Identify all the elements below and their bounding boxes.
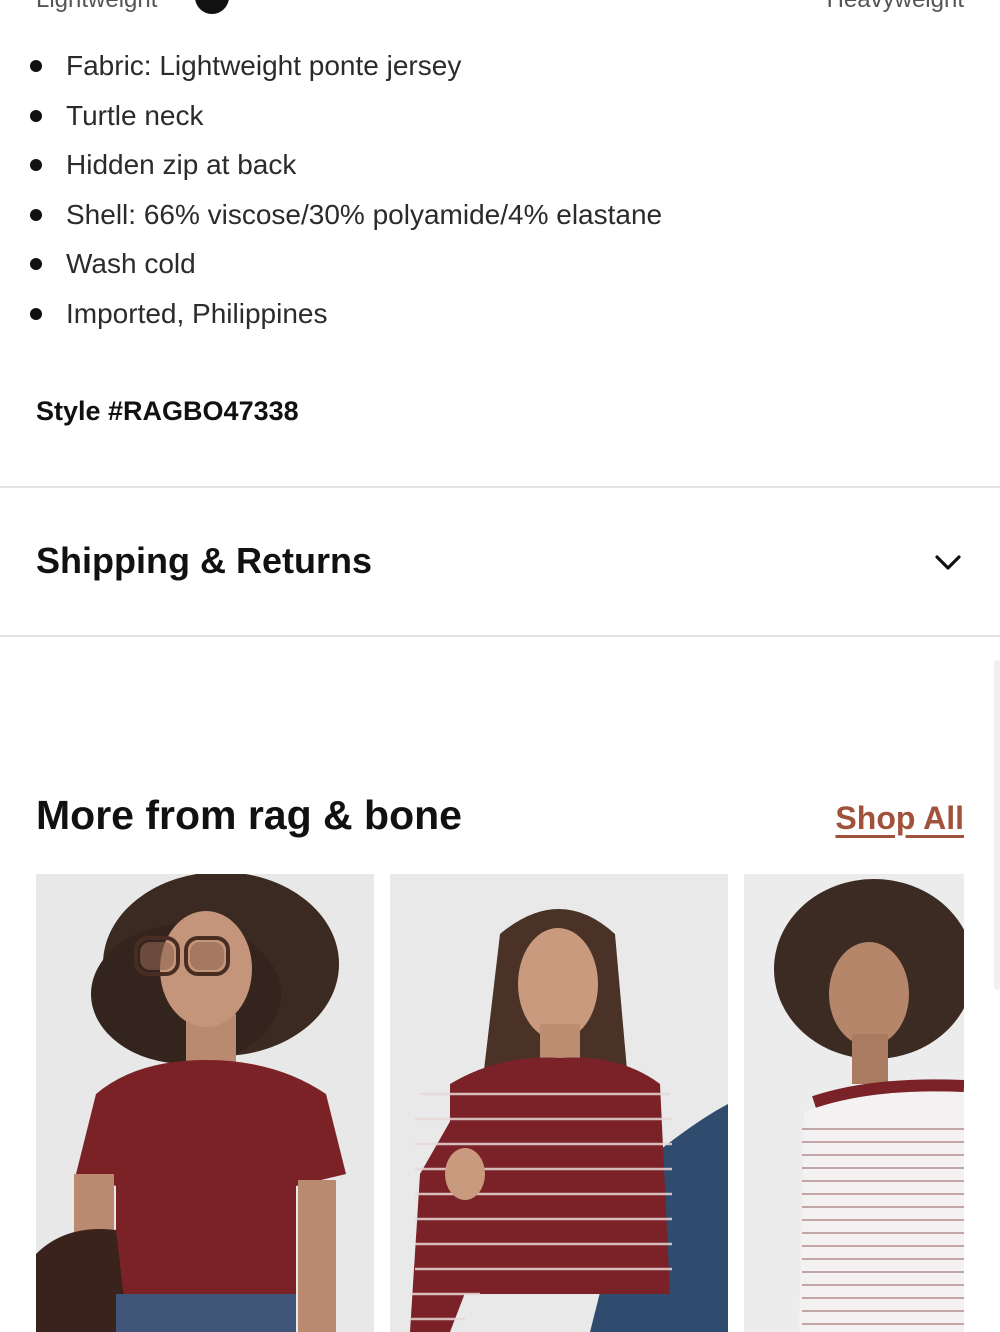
feature-text: Wash cold [66, 248, 196, 280]
list-item: Hidden zip at back [30, 143, 662, 193]
divider [0, 635, 1000, 637]
weight-label-light: Lightweight [36, 0, 157, 14]
weight-label-heavy: Heavyweight [827, 0, 964, 14]
list-item: Imported, Philippines [30, 292, 662, 342]
shipping-returns-title: Shipping & Returns [36, 540, 372, 581]
list-item: Shell: 66% viscose/30% polyamide/4% elas… [30, 193, 662, 243]
feature-text: Turtle neck [66, 99, 204, 131]
shop-all-link[interactable]: Shop All [835, 800, 964, 837]
product-image [36, 874, 374, 1332]
list-item: Turtle neck [30, 94, 662, 144]
feature-text: Shell: 66% viscose/30% polyamide/4% elas… [66, 198, 663, 230]
list-item: Wash cold [30, 242, 662, 292]
list-item: Fabric: Lightweight ponte jersey [30, 44, 662, 94]
bullet-icon [30, 307, 42, 320]
product-image [744, 874, 964, 1332]
feature-text: Fabric: Lightweight ponte jersey [66, 50, 462, 81]
weight-indicator-dot [195, 0, 230, 14]
chevron-down-icon[interactable] [934, 548, 962, 576]
product-card[interactable] [390, 874, 728, 1332]
bullet-icon [30, 60, 42, 72]
product-card[interactable] [36, 874, 374, 1332]
shipping-returns-accordion[interactable]: Shipping & Returns [0, 488, 1000, 636]
style-number: Style #RAGBO47338 [36, 396, 299, 426]
section-title: More from rag & bone [36, 792, 462, 838]
product-details-page: Lightweight Heavyweight Fabric: Lightwei… [0, 0, 1000, 1332]
product-card[interactable] [744, 874, 964, 1332]
carousel-scrollbar[interactable] [994, 660, 1000, 990]
fabric-weight-scale: Lightweight Heavyweight [36, 0, 964, 14]
feature-text: Hidden zip at back [66, 149, 297, 181]
bullet-icon [30, 159, 42, 172]
bullet-icon [30, 109, 42, 122]
product-features-list: Fabric: Lightweight ponte jersey Turtle … [30, 44, 662, 342]
feature-text: Imported, Philippines [66, 297, 328, 329]
bullet-icon [30, 208, 42, 221]
product-image [390, 874, 728, 1332]
bullet-icon [30, 258, 42, 271]
